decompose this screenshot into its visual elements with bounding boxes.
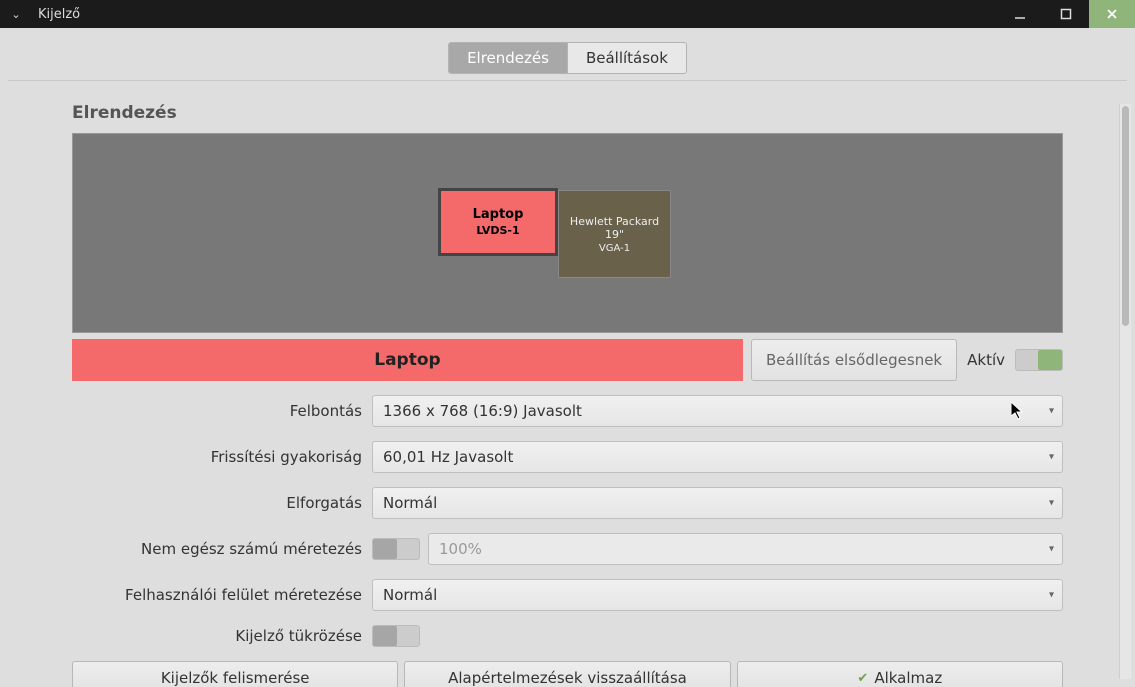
chevron-down-icon: ▾ xyxy=(1049,544,1054,555)
resolution-label: Felbontás xyxy=(72,402,362,420)
chevron-down-icon: ▾ xyxy=(1049,590,1054,601)
apply-label: Alkalmaz xyxy=(874,669,942,687)
resolution-value: 1366 x 768 (16:9) Javasolt xyxy=(383,402,582,420)
refresh-select[interactable]: 60,01 Hz Javasolt ▾ xyxy=(372,441,1063,473)
section-title: Elrendezés xyxy=(72,103,1063,123)
selected-display-badge: Laptop xyxy=(72,339,743,381)
resolution-select[interactable]: 1366 x 768 (16:9) Javasolt ▾ xyxy=(372,395,1063,427)
ui-scale-select[interactable]: Normál ▾ xyxy=(372,579,1063,611)
active-label: Aktív xyxy=(965,339,1007,381)
rotation-select[interactable]: Normál ▾ xyxy=(372,487,1063,519)
display-laptop-port: LVDS-1 xyxy=(476,224,519,237)
rotation-label: Elforgatás xyxy=(72,494,362,512)
tab-layout[interactable]: Elrendezés xyxy=(449,43,567,73)
display-external[interactable]: Hewlett Packard 19" VGA-1 xyxy=(558,190,671,278)
display-laptop[interactable]: Laptop LVDS-1 xyxy=(438,188,558,256)
fractional-toggle[interactable] xyxy=(372,538,420,560)
mirror-toggle[interactable] xyxy=(372,625,420,647)
display-external-port: VGA-1 xyxy=(599,243,630,254)
maximize-button[interactable] xyxy=(1043,0,1089,28)
chevron-down-icon: ▾ xyxy=(1049,406,1054,417)
fractional-select: 100% ▾ xyxy=(428,533,1063,565)
titlebar: ⌄ Kijelző xyxy=(0,0,1135,28)
window-menu-icon[interactable]: ⌄ xyxy=(0,8,32,21)
tab-settings[interactable]: Beállítások xyxy=(567,43,686,73)
close-button[interactable] xyxy=(1089,0,1135,28)
window-title: Kijelző xyxy=(32,7,80,22)
minimize-button[interactable] xyxy=(997,0,1043,28)
identify-button[interactable]: Kijelzők felismerése xyxy=(72,661,398,687)
display-external-name: Hewlett Packard 19" xyxy=(559,215,670,241)
display-laptop-name: Laptop xyxy=(473,207,524,222)
ui-scale-label: Felhasználói felület méretezése xyxy=(72,586,362,604)
reset-button[interactable]: Alapértelmezések visszaállítása xyxy=(404,661,730,687)
refresh-value: 60,01 Hz Javasolt xyxy=(383,448,513,466)
refresh-label: Frissítési gyakoriság xyxy=(72,448,362,466)
chevron-down-icon: ▾ xyxy=(1049,498,1054,509)
tab-bar: Elrendezés Beállítások xyxy=(8,42,1127,74)
display-layout-canvas[interactable]: Hewlett Packard 19" VGA-1 Laptop LVDS-1 xyxy=(72,133,1063,333)
scrollbar-thumb[interactable] xyxy=(1122,106,1129,326)
mirror-label: Kijelző tükrözése xyxy=(72,627,362,645)
rotation-value: Normál xyxy=(383,494,437,512)
scrollbar[interactable] xyxy=(1119,104,1131,679)
check-icon: ✔ xyxy=(857,671,868,686)
active-toggle[interactable] xyxy=(1015,349,1063,371)
ui-scale-value: Normál xyxy=(383,586,437,604)
chevron-down-icon: ▾ xyxy=(1049,452,1054,463)
apply-button[interactable]: ✔ Alkalmaz xyxy=(737,661,1063,687)
fractional-label: Nem egész számú méretezés xyxy=(72,540,362,558)
set-primary-button[interactable]: Beállítás elsődlegesnek xyxy=(751,339,957,381)
fractional-value: 100% xyxy=(439,540,482,558)
